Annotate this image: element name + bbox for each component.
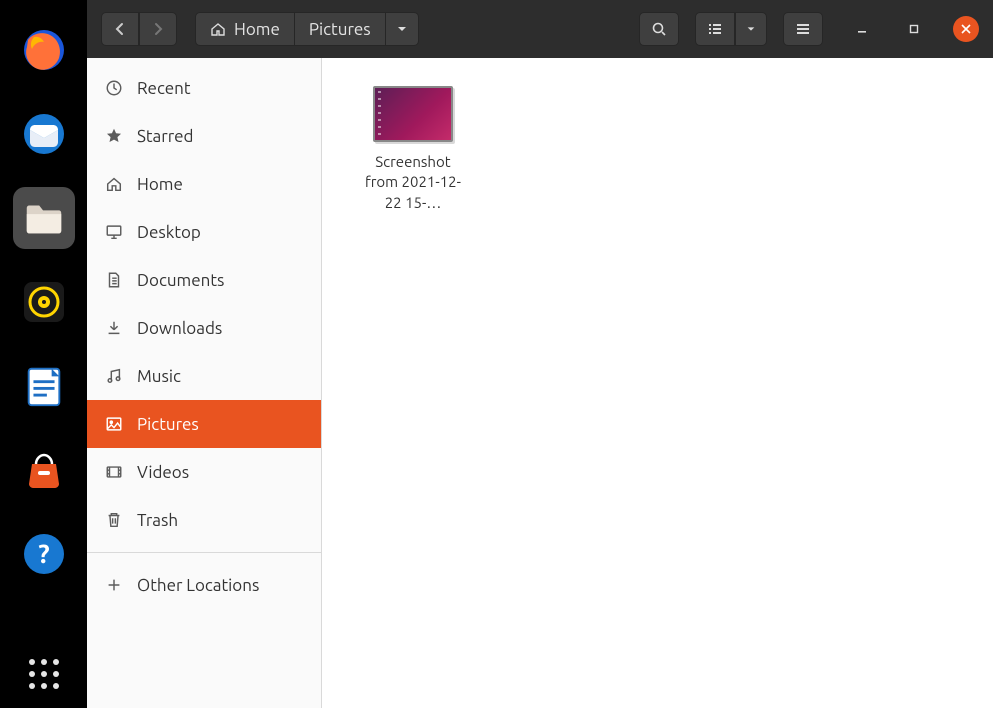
dock: ? xyxy=(0,0,87,708)
minimize-button[interactable] xyxy=(849,16,875,42)
path-home-label: Home xyxy=(234,20,280,39)
hamburger-menu-button[interactable] xyxy=(783,12,823,46)
sidebar-item-label: Music xyxy=(137,367,181,386)
file-thumbnail xyxy=(373,86,453,142)
sidebar-item-label: Documents xyxy=(137,271,224,290)
file-name-label: Screenshot from 2021-12-22 15-… xyxy=(358,152,468,213)
sidebar-item-label: Trash xyxy=(137,511,178,530)
titlebar: Home Pictures xyxy=(87,0,993,58)
sidebar-desktop[interactable]: Desktop xyxy=(87,208,321,256)
svg-text:?: ? xyxy=(38,539,49,568)
chevron-down-icon xyxy=(396,23,408,35)
home-icon xyxy=(105,175,123,193)
sidebar-pictures[interactable]: Pictures xyxy=(87,400,321,448)
star-icon xyxy=(105,127,123,145)
files-window: Home Pictures xyxy=(87,0,993,708)
view-list-button[interactable] xyxy=(695,12,735,46)
sidebar-home[interactable]: Home xyxy=(87,160,321,208)
path-dropdown[interactable] xyxy=(386,12,419,46)
trash-icon xyxy=(105,511,123,529)
search-icon xyxy=(651,21,667,37)
desktop-icon xyxy=(105,223,123,241)
dock-thunderbird[interactable] xyxy=(13,103,75,165)
sidebar: Recent Starred Home Desktop Documents Do… xyxy=(87,58,322,708)
home-icon xyxy=(210,21,226,37)
dock-software[interactable] xyxy=(13,439,75,501)
sidebar-item-label: Downloads xyxy=(137,319,222,338)
documents-icon xyxy=(105,271,123,289)
sidebar-downloads[interactable]: Downloads xyxy=(87,304,321,352)
videos-icon xyxy=(105,463,123,481)
plus-icon xyxy=(105,576,123,594)
pictures-icon xyxy=(105,415,123,433)
sidebar-item-label: Recent xyxy=(137,79,191,98)
back-button[interactable] xyxy=(101,12,139,46)
sidebar-music[interactable]: Music xyxy=(87,352,321,400)
dock-show-apps[interactable] xyxy=(0,656,87,692)
sidebar-item-label: Home xyxy=(137,175,183,194)
view-dropdown-button[interactable] xyxy=(735,12,767,46)
sidebar-item-label: Other Locations xyxy=(137,576,259,595)
sidebar-item-label: Desktop xyxy=(137,223,201,242)
sidebar-separator xyxy=(87,552,321,553)
hamburger-icon xyxy=(795,21,811,37)
chevron-down-icon xyxy=(746,21,756,37)
search-button[interactable] xyxy=(639,12,679,46)
maximize-button[interactable] xyxy=(901,16,927,42)
dock-files[interactable] xyxy=(13,187,75,249)
sidebar-trash[interactable]: Trash xyxy=(87,496,321,544)
dock-firefox[interactable] xyxy=(13,19,75,81)
sidebar-item-label: Starred xyxy=(137,127,194,146)
sidebar-documents[interactable]: Documents xyxy=(87,256,321,304)
music-icon xyxy=(105,367,123,385)
list-icon xyxy=(707,21,723,37)
sidebar-other-locations[interactable]: Other Locations xyxy=(87,561,321,609)
dock-libreoffice-writer[interactable] xyxy=(13,355,75,417)
sidebar-item-label: Videos xyxy=(137,463,189,482)
file-item-screenshot[interactable]: Screenshot from 2021-12-22 15-… xyxy=(358,86,468,213)
path-home[interactable]: Home xyxy=(195,12,295,46)
sidebar-item-label: Pictures xyxy=(137,415,199,434)
path-pictures[interactable]: Pictures xyxy=(295,12,386,46)
file-grid: Screenshot from 2021-12-22 15-… xyxy=(322,58,993,708)
downloads-icon xyxy=(105,319,123,337)
forward-button[interactable] xyxy=(139,12,177,46)
dock-help[interactable]: ? xyxy=(13,523,75,585)
clock-icon xyxy=(105,79,123,97)
sidebar-recent[interactable]: Recent xyxy=(87,64,321,112)
sidebar-starred[interactable]: Starred xyxy=(87,112,321,160)
sidebar-videos[interactable]: Videos xyxy=(87,448,321,496)
close-button[interactable] xyxy=(953,16,979,42)
dock-rhythmbox[interactable] xyxy=(13,271,75,333)
path-pictures-label: Pictures xyxy=(309,20,371,39)
